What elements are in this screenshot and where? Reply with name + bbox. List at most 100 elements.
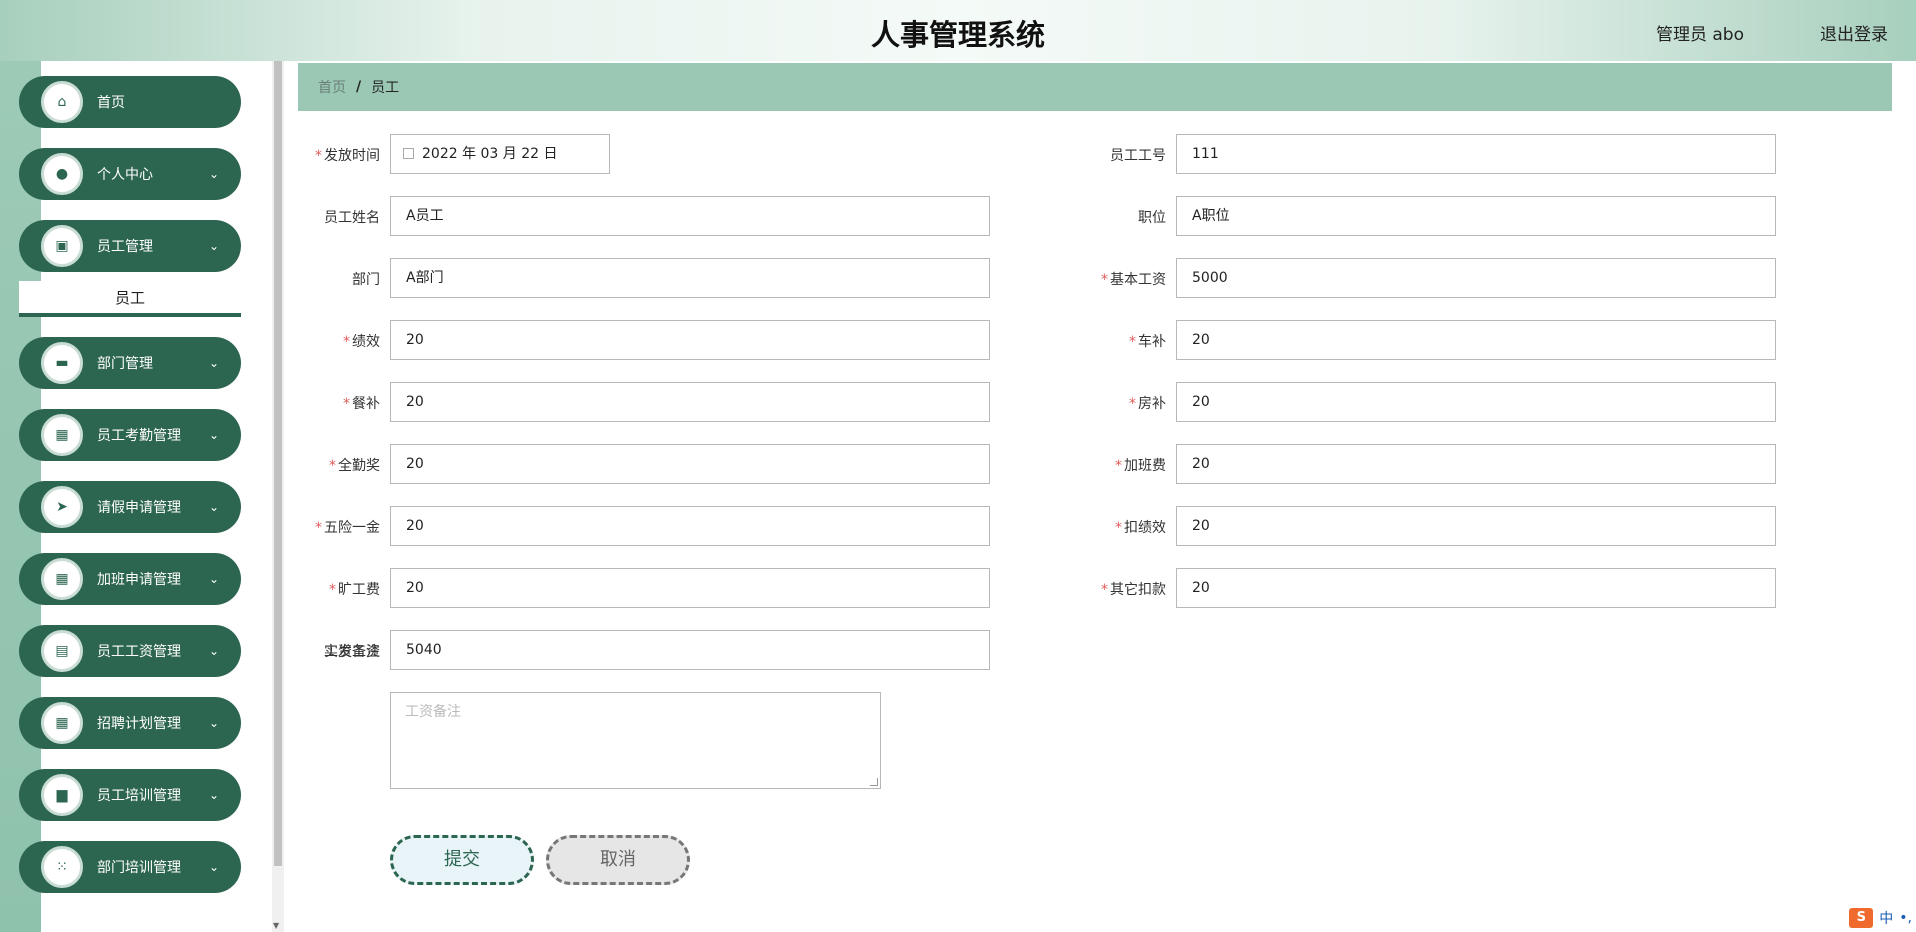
right-field-input[interactable]: 20: [1176, 568, 1776, 608]
sidebar-item[interactable]: ● 个人中心 ⌄: [19, 148, 241, 200]
right-field-input[interactable]: 20: [1176, 506, 1776, 546]
left-field-label: * 发放时间: [300, 145, 380, 165]
field-value: A部门: [406, 270, 444, 286]
logout-link[interactable]: 退出登录: [1820, 20, 1888, 45]
right-field-input[interactable]: 5000: [1176, 258, 1776, 298]
send-icon: ➤: [41, 486, 83, 528]
briefcase-icon: ▣: [41, 225, 83, 267]
required-mark: *: [315, 148, 322, 164]
right-field-label: 职位: [1086, 207, 1166, 227]
chevron-down-icon: ⌄: [208, 239, 219, 253]
submenu-item-employee[interactable]: 员工: [19, 281, 241, 317]
sidebar-item[interactable]: ⌂ 首页: [19, 76, 241, 128]
left-field-input[interactable]: 5040: [390, 630, 990, 670]
field-label-text: 部门: [352, 272, 380, 288]
breadcrumb-home[interactable]: 首页: [318, 77, 346, 97]
breadcrumb-separator: /: [356, 79, 362, 95]
right-field-label: * 其它扣款: [1086, 579, 1166, 599]
required-mark: *: [315, 520, 322, 536]
right-field-input[interactable]: 20: [1176, 382, 1776, 422]
left-field-input[interactable]: A部门: [390, 258, 990, 298]
sidebar-item[interactable]: ▆ 员工培训管理 ⌄: [19, 769, 241, 821]
grid-icon: ▦: [41, 702, 83, 744]
left-field-input[interactable]: 20: [390, 382, 990, 422]
field-label-text: 实发工资: [324, 644, 380, 660]
left-field-input[interactable]: 2022 年 03 月 22 日: [390, 134, 610, 174]
sidebar-item[interactable]: ➤ 请假申请管理 ⌄: [19, 481, 241, 533]
home-icon: ⌂: [41, 81, 83, 123]
ime-lang[interactable]: 中: [1879, 908, 1893, 928]
system-title: 人事管理系统: [870, 18, 1045, 52]
user-icon: ●: [41, 153, 83, 195]
right-field-input[interactable]: 20: [1176, 320, 1776, 360]
right-field-input[interactable]: 20: [1176, 444, 1776, 484]
sidebar-item[interactable]: ▦ 加班申请管理 ⌄: [19, 553, 241, 605]
chevron-down-icon: ⌄: [208, 500, 219, 514]
field-value: 5000: [1192, 270, 1228, 286]
left-field-label: * 旷工费: [300, 579, 380, 599]
left-field-input[interactable]: A员工: [390, 196, 990, 236]
sidebar-item-label: 员工考勤管理: [97, 428, 181, 444]
field-label-text: 车补: [1138, 334, 1166, 350]
submit-button[interactable]: 提交: [390, 835, 534, 885]
required-mark: *: [1115, 520, 1122, 536]
required-mark: *: [1101, 582, 1108, 598]
field-label-text: 基本工资: [1110, 272, 1166, 288]
resize-handle-icon[interactable]: [870, 778, 878, 786]
right-field-label: * 基本工资: [1086, 269, 1166, 289]
field-value: 20: [406, 394, 424, 410]
field-value: 5040: [406, 642, 442, 658]
chevron-down-icon: ⌄: [208, 428, 219, 442]
field-label-text: 其它扣款: [1110, 582, 1166, 598]
ime-toolbar: S 中 •,: [1849, 906, 1912, 930]
sidebar-item-label: 加班申请管理: [97, 572, 181, 588]
breadcrumb: 首页 / 员工: [298, 63, 1892, 111]
chevron-down-icon: ⌄: [208, 788, 219, 802]
remark-placeholder: 工资备注: [405, 704, 461, 720]
scroll-down-arrow-icon[interactable]: ▼: [273, 921, 279, 930]
right-field-label: * 车补: [1086, 331, 1166, 351]
chevron-down-icon: ⌄: [208, 644, 219, 658]
remark-textarea[interactable]: 工资备注: [390, 692, 881, 789]
sidebar-item-label: 员工管理: [97, 239, 153, 255]
left-field-input[interactable]: 20: [390, 444, 990, 484]
sidebar-item[interactable]: ▤ 员工工资管理 ⌄: [19, 625, 241, 677]
sidebar-item[interactable]: ⁙ 部门培训管理 ⌄: [19, 841, 241, 893]
printer-icon: ▆: [41, 774, 83, 816]
left-field-label: 实发工资: [300, 641, 380, 661]
sidebar-item[interactable]: ▬ 部门管理 ⌄: [19, 337, 241, 389]
field-label-text: 全勤奖: [338, 458, 380, 474]
left-field-input[interactable]: 20: [390, 320, 990, 360]
chevron-down-icon: ⌄: [208, 572, 219, 586]
field-value: 20: [1192, 580, 1210, 596]
right-field-input[interactable]: 111: [1176, 134, 1776, 174]
field-label-text: 扣绩效: [1124, 520, 1166, 536]
left-field-input[interactable]: 20: [390, 506, 990, 546]
field-value: 20: [1192, 456, 1210, 472]
ime-punct[interactable]: •,: [1899, 910, 1912, 926]
sidebar-item[interactable]: ▣ 员工管理 ⌄: [19, 220, 241, 272]
sidebar-scrollbar[interactable]: ▼: [272, 61, 284, 932]
scrollbar-thumb[interactable]: [274, 61, 282, 866]
right-field-input[interactable]: A职位: [1176, 196, 1776, 236]
chat-icon: ▬: [41, 342, 83, 384]
main-content: 首页 / 员工 工资备注 工资备注 提交 取消 S 中 •, * 发放时间 2022…: [284, 61, 1916, 932]
required-mark: *: [1129, 396, 1136, 412]
sidebar-item-label: 个人中心: [97, 167, 153, 183]
field-label-text: 员工姓名: [324, 210, 380, 226]
current-user: 管理员 abo: [1655, 25, 1744, 45]
left-field-input[interactable]: 20: [390, 568, 990, 608]
required-mark: *: [1115, 458, 1122, 474]
field-value: A员工: [406, 208, 444, 224]
case-icon: ▤: [41, 630, 83, 672]
sidebar-item[interactable]: ▦ 员工考勤管理 ⌄: [19, 409, 241, 461]
field-value: 20: [1192, 394, 1210, 410]
cancel-button[interactable]: 取消: [546, 835, 690, 885]
field-label-text: 旷工费: [338, 582, 380, 598]
field-value: A职位: [1192, 208, 1230, 224]
sidebar-item[interactable]: ▦ 招聘计划管理 ⌄: [19, 697, 241, 749]
field-label-text: 五险一金: [324, 520, 380, 536]
left-field-label: * 五险一金: [300, 517, 380, 537]
chevron-down-icon: ⌄: [208, 860, 219, 874]
required-mark: *: [329, 458, 336, 474]
